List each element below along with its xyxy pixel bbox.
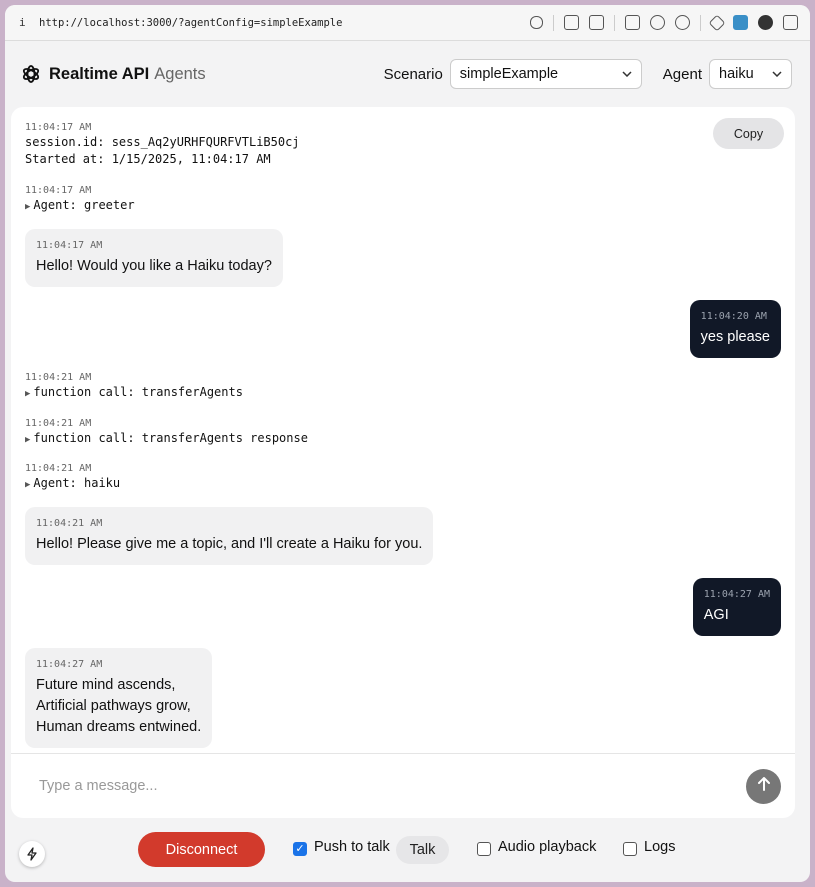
logs-checkbox[interactable]: [623, 842, 637, 856]
message-timestamp: 11:04:27 AM: [36, 659, 103, 670]
scenario-value: simpleExample: [459, 66, 559, 82]
event-text: Agent: haiku: [33, 476, 121, 490]
openai-logo-icon: [21, 64, 41, 84]
message-text-line: Human dreams entwined.: [36, 719, 202, 735]
push-to-talk-checkbox[interactable]: ✓: [293, 842, 307, 856]
bottom-toolbar: Disconnect ✓ Push to talk Talk Audio pla…: [5, 823, 810, 877]
agent-value: haiku: [719, 66, 754, 82]
crosshair-icon[interactable]: [675, 15, 690, 30]
assistant-message: 11:04:27 AM Future mind ascends, Artific…: [25, 648, 213, 748]
expand-arrow-icon: ▶: [25, 202, 31, 212]
log-timestamp: 11:04:21 AM: [25, 418, 92, 429]
session-started-line: Started at: 1/15/2025, 11:04:17 AM: [25, 152, 271, 166]
message-text: Hello! Please give me a topic, and I'll …: [36, 536, 423, 552]
toolbar-icons: [530, 14, 798, 31]
link-icon[interactable]: [530, 16, 543, 29]
url-bar: i http://localhost:3000/?agentConfig=sim…: [5, 5, 810, 41]
arrow-up-icon: [756, 776, 772, 797]
talk-button[interactable]: Talk: [396, 836, 449, 864]
assistant-message: 11:04:21 AM Hello! Please give me a topi…: [25, 507, 434, 565]
profile-icon[interactable]: [758, 15, 773, 30]
toolbar-divider: [553, 14, 554, 31]
log-timestamp: 11:04:21 AM: [25, 463, 92, 474]
terminal-icon[interactable]: [625, 15, 640, 30]
blue-extension-icon[interactable]: [733, 15, 748, 30]
log-timestamp: 11:04:17 AM: [25, 122, 92, 133]
toolbar-divider: [614, 14, 615, 31]
message-text-line: Future mind ascends,: [36, 677, 176, 693]
event-log-item[interactable]: 11:04:21 AM ▶ function call: transferAgen…: [25, 371, 243, 403]
composer: [11, 753, 795, 818]
expand-arrow-icon: ▶: [25, 389, 31, 399]
info-icon[interactable]: i: [19, 16, 39, 29]
event-text: function call: transferAgents response: [33, 431, 308, 445]
url-text[interactable]: http://localhost:3000/?agentConfig=simpl…: [39, 17, 530, 29]
sidebar-icon[interactable]: [783, 15, 798, 30]
user-message: 11:04:27 AM AGI: [692, 578, 781, 636]
transcript[interactable]: Copy 11:04:17 AM session.id: sess_Aq2yUR…: [11, 107, 795, 753]
event-log-item[interactable]: 11:04:21 AM ▶ Agent: haiku: [25, 462, 120, 494]
app-header: Realtime API Agents Scenario simpleExamp…: [5, 41, 810, 107]
message-input[interactable]: [39, 778, 746, 794]
message-timestamp: 11:04:17 AM: [36, 240, 103, 251]
scenario-select[interactable]: simpleExample: [449, 59, 642, 89]
scenario-label: Scenario: [383, 65, 443, 83]
message-timestamp: 11:04:27 AM: [703, 589, 770, 600]
audio-playback-label[interactable]: Audio playback: [498, 839, 596, 855]
expand-arrow-icon: ▶: [25, 480, 31, 490]
toolbar-divider: [700, 14, 701, 31]
transcript-panel: Copy 11:04:17 AM session.id: sess_Aq2yUR…: [11, 107, 795, 818]
event-text: Agent: greeter: [33, 198, 135, 212]
agent-select[interactable]: haiku: [709, 59, 792, 89]
brand-subtitle: Agents: [154, 64, 206, 83]
chevron-down-icon: [772, 69, 782, 80]
bolt-icon[interactable]: [19, 841, 45, 867]
session-log: 11:04:17 AM session.id: sess_Aq2yURHFQUR…: [25, 121, 300, 168]
browser-window: i http://localhost:3000/?agentConfig=sim…: [5, 5, 810, 882]
message-timestamp: 11:04:21 AM: [36, 518, 103, 529]
event-text: function call: transferAgents: [33, 385, 243, 399]
message-text: yes please: [700, 329, 770, 345]
session-id-line: session.id: sess_Aq2yURHFQURFVTLiB50cj: [25, 135, 300, 149]
assistant-message: 11:04:17 AM Hello! Would you like a Haik…: [25, 229, 283, 287]
logs-label[interactable]: Logs: [644, 839, 675, 855]
brand-title: Realtime API: [49, 64, 150, 83]
chevron-down-icon: [622, 69, 632, 80]
push-to-talk-label[interactable]: Push to talk: [314, 839, 390, 855]
message-timestamp: 11:04:20 AM: [700, 311, 767, 322]
message-text: AGI: [703, 607, 729, 623]
message-text-line: Artificial pathways grow,: [36, 698, 191, 714]
expand-arrow-icon: ▶: [25, 435, 31, 445]
disconnect-button[interactable]: Disconnect: [138, 832, 265, 867]
log-timestamp: 11:04:21 AM: [25, 372, 92, 383]
event-log-item[interactable]: 11:04:21 AM ▶ function call: transferAgen…: [25, 417, 308, 449]
message-text: Hello! Would you like a Haiku today?: [36, 258, 272, 274]
extension-icon[interactable]: [708, 14, 726, 31]
send-button[interactable]: [746, 768, 781, 804]
user-message: 11:04:20 AM yes please: [689, 300, 781, 358]
agent-label: Agent: [662, 65, 702, 83]
camera-icon[interactable]: [589, 15, 604, 30]
copy-button[interactable]: Copy: [713, 118, 784, 149]
event-log-item[interactable]: 11:04:17 AM ▶ Agent: greeter: [25, 184, 135, 216]
download-icon[interactable]: [564, 15, 579, 30]
log-timestamp: 11:04:17 AM: [25, 185, 92, 196]
audio-playback-checkbox[interactable]: [477, 842, 491, 856]
globe-icon[interactable]: [650, 15, 665, 30]
